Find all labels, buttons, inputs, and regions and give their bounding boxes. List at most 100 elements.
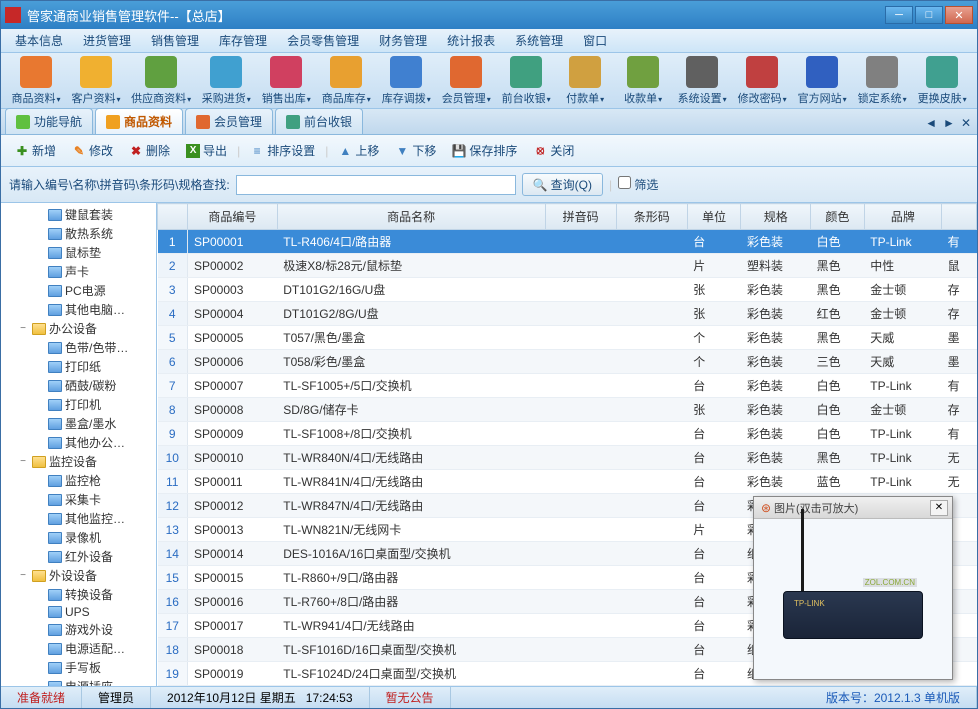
toolbar-8[interactable]: 前台收银▾ (497, 54, 555, 108)
move-down-button[interactable]: ▼下移 (389, 139, 442, 162)
table-row[interactable]: 9SP00009TL-SF1008+/8口/交换机台彩色装白色TP-Link有 (158, 422, 977, 446)
toolbar-3[interactable]: 采购进货▾ (197, 54, 255, 108)
col-7[interactable]: 品牌 (864, 204, 941, 230)
table-row[interactable]: 1SP00001TL-R406/4口/路由器台彩色装白色TP-Link有 (158, 230, 977, 254)
col-3[interactable]: 条形码 (616, 204, 687, 230)
tab-scroll-left-icon[interactable]: ◄ (923, 116, 939, 130)
pin-icon[interactable]: ⊛ (758, 500, 774, 516)
table-row[interactable]: 5SP00005T057/黑色/墨盒个彩色装黑色天威墨 (158, 326, 977, 350)
menu-7[interactable]: 系统管理 (507, 29, 571, 52)
tree-node-5[interactable]: 其他电脑… (1, 300, 156, 319)
col-1[interactable]: 商品名称 (277, 204, 545, 230)
tree-node-2[interactable]: 鼠标垫 (1, 243, 156, 262)
menu-5[interactable]: 财务管理 (371, 29, 435, 52)
add-button[interactable]: ✚新增 (9, 139, 62, 162)
toolbar-7[interactable]: 会员管理▾ (437, 54, 495, 108)
toolbar-11[interactable]: 系统设置▾ (673, 54, 731, 108)
menu-8[interactable]: 窗口 (575, 29, 615, 52)
maximize-button[interactable]: □ (915, 6, 943, 24)
toolbar-4[interactable]: 销售出库▾ (257, 54, 315, 108)
image-preview-popup[interactable]: ⊛ 图片(双击可放大) ✕ TP-LINK ZOL.COM.CN (753, 496, 953, 680)
toolbar-12[interactable]: 修改密码▾ (733, 54, 791, 108)
filter-checkbox-label[interactable]: 筛选 (618, 176, 658, 193)
toolbar-9[interactable]: 付款单▾ (557, 54, 613, 108)
tree-node-16[interactable]: 其他监控… (1, 509, 156, 528)
menu-3[interactable]: 库存管理 (211, 29, 275, 52)
minimize-button[interactable]: ─ (885, 6, 913, 24)
tree-node-6[interactable]: −办公设备 (1, 319, 156, 338)
col-8[interactable] (942, 204, 977, 230)
tree-node-3[interactable]: 声卡 (1, 262, 156, 281)
tree-node-25[interactable]: 电源插座 (1, 677, 156, 686)
tree-node-10[interactable]: 打印机 (1, 395, 156, 414)
tree-node-24[interactable]: 手写板 (1, 658, 156, 677)
tab-close-icon[interactable]: ✕ (959, 116, 973, 130)
category-tree[interactable]: 键鼠套装散热系统鼠标垫声卡PC电源其他电脑…−办公设备色带/色带…打印纸硒鼓/碳… (1, 203, 157, 686)
tree-node-19[interactable]: −外设设备 (1, 566, 156, 585)
tree-node-7[interactable]: 色带/色带… (1, 338, 156, 357)
tree-node-0[interactable]: 键鼠套装 (1, 205, 156, 224)
toolbar-2[interactable]: 供应商资料▾ (127, 54, 195, 108)
menu-1[interactable]: 进货管理 (75, 29, 139, 52)
tree-node-23[interactable]: 电源适配… (1, 639, 156, 658)
col-rownum[interactable] (158, 204, 188, 230)
table-row[interactable]: 7SP00007TL-SF1005+/5口/交换机台彩色装白色TP-Link有 (158, 374, 977, 398)
table-row[interactable]: 20SP00020TL-SF1024S/24口机架型/交换机台纸盒装 (158, 686, 977, 687)
tree-node-8[interactable]: 打印纸 (1, 357, 156, 376)
sort-settings-button[interactable]: ≡排序设置 (244, 139, 321, 162)
col-5[interactable]: 规格 (741, 204, 811, 230)
tab-scroll-right-icon[interactable]: ► (941, 116, 957, 130)
col-0[interactable]: 商品编号 (188, 204, 278, 230)
toolbar-5[interactable]: 商品库存▾ (317, 54, 375, 108)
table-row[interactable]: 11SP00011TL-WR841N/4口/无线路由台彩色装蓝色TP-Link无 (158, 470, 977, 494)
table-row[interactable]: 3SP00003DT101G2/16G/U盘张彩色装黑色金士顿存 (158, 278, 977, 302)
move-up-button[interactable]: ▲上移 (332, 139, 385, 162)
tree-node-22[interactable]: 游戏外设 (1, 620, 156, 639)
tree-node-15[interactable]: 采集卡 (1, 490, 156, 509)
popup-close-button[interactable]: ✕ (930, 500, 948, 516)
search-button[interactable]: 🔍查询(Q) (522, 173, 603, 196)
table-row[interactable]: 2SP00002极速X8/标28元/鼠标垫片塑料装黑色中性鼠 (158, 254, 977, 278)
menu-2[interactable]: 销售管理 (143, 29, 207, 52)
toolbar-1[interactable]: 客户资料▾ (67, 54, 125, 108)
toolbar-15[interactable]: 更换皮肤▾ (913, 54, 971, 108)
tree-node-9[interactable]: 硒鼓/碳粉 (1, 376, 156, 395)
edit-button[interactable]: ✎修改 (66, 139, 119, 162)
toolbar-13[interactable]: 官方网站▾ (793, 54, 851, 108)
col-2[interactable]: 拼音码 (545, 204, 616, 230)
col-4[interactable]: 单位 (687, 204, 741, 230)
tree-node-4[interactable]: PC电源 (1, 281, 156, 300)
toolbar-10[interactable]: 收款单▾ (615, 54, 671, 108)
menu-0[interactable]: 基本信息 (7, 29, 71, 52)
product-image[interactable]: TP-LINK ZOL.COM.CN (754, 519, 952, 679)
table-row[interactable]: 6SP00006T058/彩色/墨盒个彩色装三色天威墨 (158, 350, 977, 374)
tree-node-20[interactable]: 转换设备 (1, 585, 156, 604)
toolbar-6[interactable]: 库存调拨▾ (377, 54, 435, 108)
export-button[interactable]: X导出 (180, 139, 233, 162)
tree-node-13[interactable]: −监控设备 (1, 452, 156, 471)
menu-6[interactable]: 统计报表 (439, 29, 503, 52)
titlebar[interactable]: 管家通商业销售管理软件--【总店】 ─ □ ✕ (1, 1, 977, 29)
delete-button[interactable]: ✖删除 (123, 139, 176, 162)
menu-4[interactable]: 会员零售管理 (279, 29, 367, 52)
tree-node-18[interactable]: 红外设备 (1, 547, 156, 566)
filter-checkbox[interactable] (618, 176, 631, 189)
table-row[interactable]: 8SP00008SD/8G/储存卡张彩色装白色金士顿存 (158, 398, 977, 422)
tab-2[interactable]: 会员管理 (185, 108, 273, 134)
tree-node-14[interactable]: 监控枪 (1, 471, 156, 490)
tab-3[interactable]: 前台收银 (275, 108, 363, 134)
tab-0[interactable]: 功能导航 (5, 108, 93, 134)
tree-node-1[interactable]: 散热系统 (1, 224, 156, 243)
tree-node-11[interactable]: 墨盒/墨水 (1, 414, 156, 433)
table-row[interactable]: 10SP00010TL-WR840N/4口/无线路由台彩色装黑色TP-Link无 (158, 446, 977, 470)
tree-node-12[interactable]: 其他办公… (1, 433, 156, 452)
toolbar-14[interactable]: 锁定系统▾ (853, 54, 911, 108)
col-6[interactable]: 颜色 (811, 204, 865, 230)
tree-node-17[interactable]: 录像机 (1, 528, 156, 547)
popup-header[interactable]: ⊛ 图片(双击可放大) ✕ (754, 497, 952, 519)
close-tab-button[interactable]: ⦻关闭 (527, 139, 580, 162)
toolbar-0[interactable]: 商品资料▾ (7, 54, 65, 108)
save-sort-button[interactable]: 💾保存排序 (446, 139, 523, 162)
table-row[interactable]: 4SP00004DT101G2/8G/U盘张彩色装红色金士顿存 (158, 302, 977, 326)
tab-1[interactable]: 商品资料 (95, 108, 183, 134)
